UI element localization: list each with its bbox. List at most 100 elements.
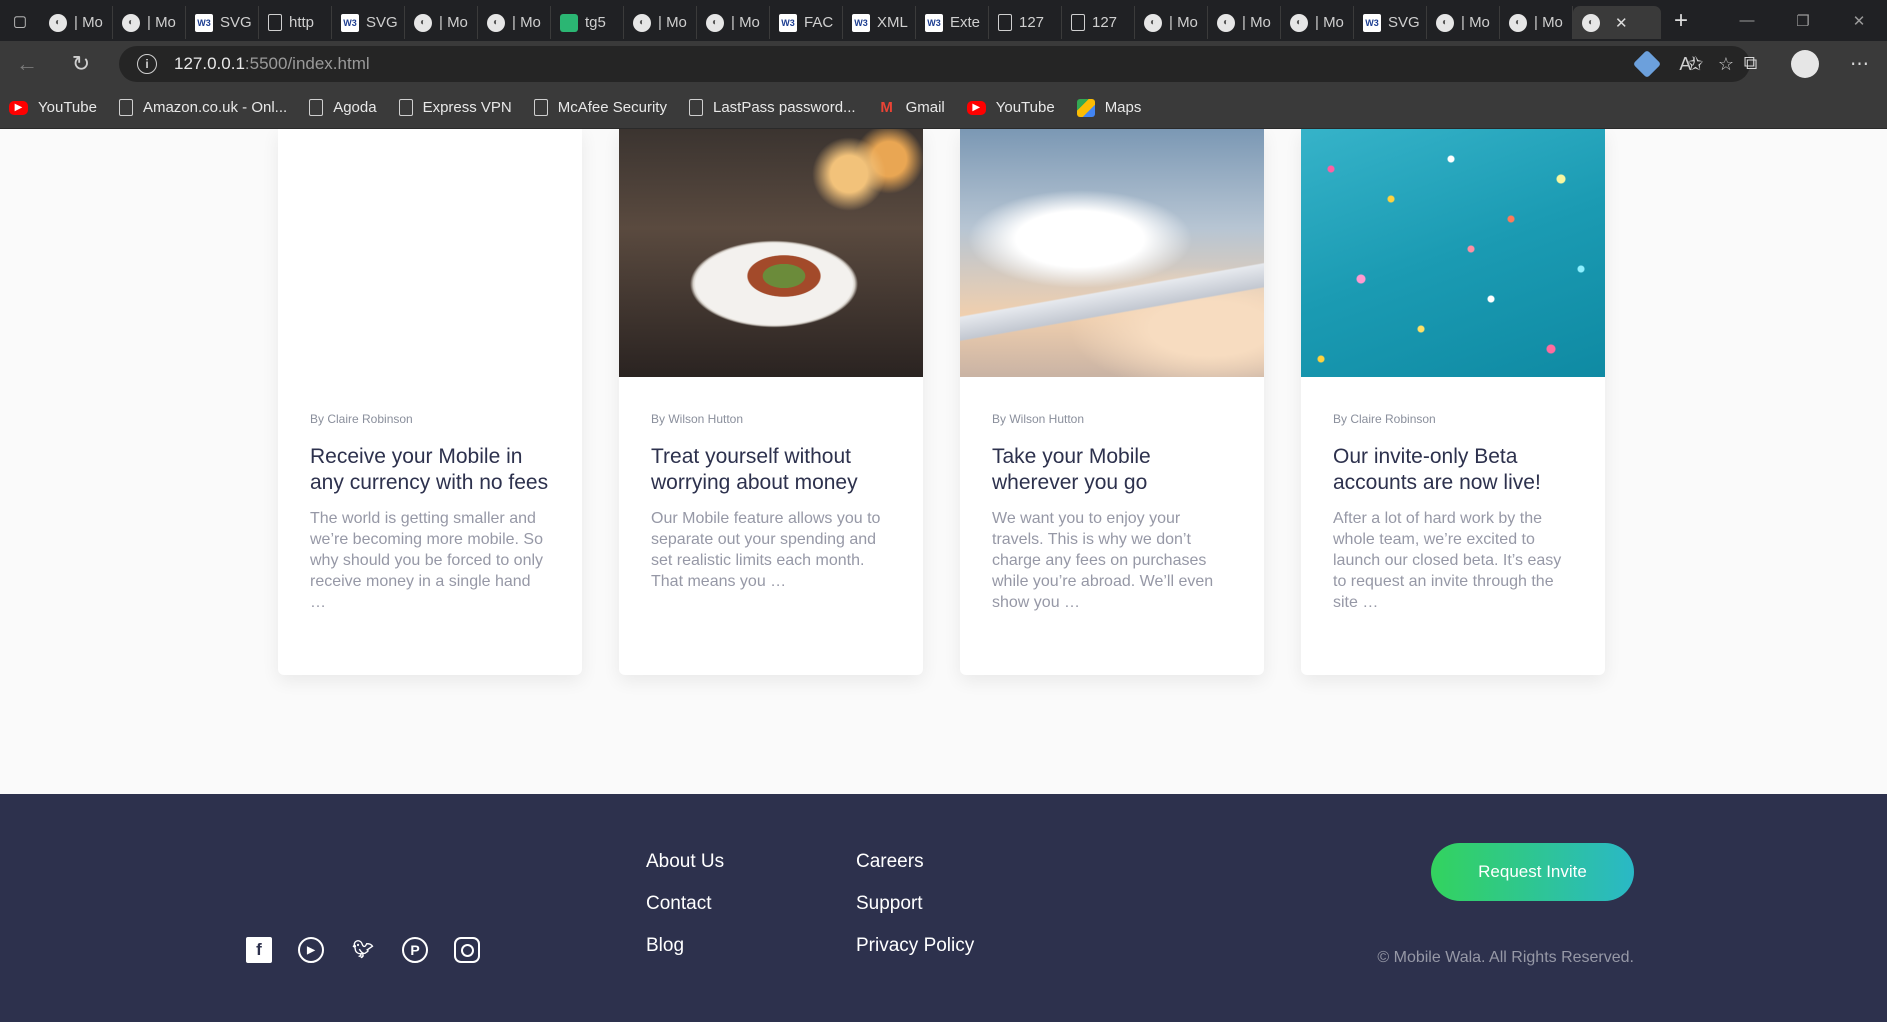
facebook-icon[interactable]: f: [246, 937, 272, 963]
browser-toolbar: ← ↻ i 127.0.0.1:5500/index.html A⁾ ☆ ✩ ⧉…: [0, 41, 1887, 87]
article-title[interactable]: Take your Mobile wherever you go: [992, 444, 1232, 496]
article-card[interactable]: By Wilson Hutton Take your Mobile wherev…: [960, 129, 1264, 675]
w3-favicon-icon: W3: [925, 13, 943, 32]
globe-favicon-icon: ◐: [1509, 13, 1527, 32]
tab-actions-icon[interactable]: ▢: [0, 0, 40, 41]
globe-favicon-icon: ◐: [706, 13, 724, 32]
footer-link-blog[interactable]: Blog: [646, 935, 724, 977]
tab-strip: ▢ ◐ | Mo ◐ | Mo W3 SVG http W3 SVG ◐ | Mo ◐ | Mo tg5 ◐…: [0, 0, 1887, 41]
url-text[interactable]: 127.0.0.1:5500/index.html: [174, 54, 370, 74]
article-image: [278, 129, 582, 377]
browser-tab[interactable]: ◐ | Mo: [1208, 6, 1281, 39]
back-icon[interactable]: ←: [0, 41, 54, 87]
pinterest-icon[interactable]: P: [402, 937, 428, 963]
bookmark-label: YouTube: [38, 99, 97, 116]
globe-favicon-icon: ◐: [1217, 13, 1235, 32]
browser-tab[interactable]: W3 XML: [843, 6, 916, 39]
close-tab-icon[interactable]: ✕: [1615, 14, 1628, 32]
bookmark-item[interactable]: M Gmail: [878, 99, 944, 117]
article-card[interactable]: By Claire Robinson Our invite-only Beta …: [1301, 129, 1605, 675]
bookmark-label: Maps: [1104, 99, 1142, 116]
article-excerpt: The world is getting smaller and we’re b…: [310, 510, 544, 611]
doc-bookmark-icon: [688, 99, 703, 116]
tab-title: 127: [1019, 14, 1045, 31]
article-title[interactable]: Our invite-only Beta accounts are now li…: [1333, 444, 1573, 496]
footer-link-privacy[interactable]: Privacy Policy: [856, 935, 974, 977]
browser-tab[interactable]: W3 SVG: [1354, 6, 1427, 39]
doc-favicon-icon: [1071, 14, 1085, 31]
youtube-icon[interactable]: ▶: [298, 937, 324, 963]
browser-tab[interactable]: W3 FAC: [770, 6, 843, 39]
tab-title: | Mo: [74, 14, 103, 31]
browser-tab[interactable]: ◐ | Mo: [1135, 6, 1208, 39]
browser-tab[interactable]: ◐ | Mo: [697, 6, 770, 39]
browser-tab[interactable]: ◐ | Mo: [1427, 6, 1500, 39]
social-links: f ▶ 🐦︎ P: [246, 937, 480, 963]
browser-tab[interactable]: ◐ | Mo: [1281, 6, 1354, 39]
active-browser-tab[interactable]: ◐ ✕: [1573, 6, 1661, 39]
footer-link-about[interactable]: About Us: [646, 851, 724, 893]
favorites-icon[interactable]: ✩: [1668, 53, 1723, 76]
bookmark-item[interactable]: ▶ YouTube: [9, 99, 97, 116]
browser-tab[interactable]: ◐ | Mo: [405, 6, 478, 39]
article-title[interactable]: Receive your Mobile in any currency with…: [310, 444, 550, 496]
bookmark-label: LastPass password...: [712, 99, 856, 116]
tab-title: SVG: [366, 14, 398, 31]
browser-tab[interactable]: W3 SVG: [186, 6, 259, 39]
price-tag-icon[interactable]: [1633, 49, 1662, 78]
tab-title: Exte: [950, 14, 981, 31]
minimize-icon[interactable]: —: [1719, 0, 1775, 41]
browser-tab[interactable]: ◐ | Mo: [624, 6, 697, 39]
window-close-icon[interactable]: ✕: [1831, 0, 1887, 41]
browser-tab[interactable]: ◐ | Mo: [113, 6, 186, 39]
w3-favicon-icon: W3: [779, 13, 797, 32]
globe-favicon-icon: ◐: [487, 13, 505, 32]
bookmark-item[interactable]: Amazon.co.uk - Onl...: [118, 99, 287, 116]
browser-tab[interactable]: http: [259, 6, 332, 39]
browser-tab[interactable]: 127: [989, 6, 1062, 39]
profile-avatar[interactable]: [1791, 50, 1819, 78]
article-card[interactable]: By Wilson Hutton Treat yourself without …: [619, 129, 923, 675]
page-viewport: By Claire Robinson Receive your Mobile i…: [0, 129, 1887, 1022]
request-invite-button[interactable]: Request Invite: [1431, 843, 1634, 901]
browser-tab[interactable]: W3 SVG: [332, 6, 405, 39]
tab-title: | Mo: [1534, 14, 1563, 31]
address-bar[interactable]: i 127.0.0.1:5500/index.html A⁾ ☆: [119, 46, 1750, 82]
tab-title: SVG: [1388, 14, 1420, 31]
browser-tab[interactable]: ◐ | Mo: [1500, 6, 1573, 39]
browser-tab[interactable]: tg5: [551, 6, 624, 39]
bookmark-item[interactable]: Maps: [1076, 98, 1142, 117]
doc-bookmark-icon: [118, 99, 133, 116]
bookmark-item[interactable]: LastPass password...: [688, 99, 856, 116]
article-author: By Claire Robinson: [1333, 412, 1436, 426]
browser-tab[interactable]: ◐ | Mo: [40, 6, 113, 39]
bookmark-item[interactable]: Agoda: [309, 99, 377, 116]
article-title[interactable]: Treat yourself without worrying about mo…: [651, 444, 891, 496]
instagram-icon[interactable]: [454, 937, 480, 963]
bookmark-item[interactable]: McAfee Security: [533, 99, 667, 116]
more-menu-icon[interactable]: ⋯: [1832, 53, 1887, 76]
bookmark-item[interactable]: Express VPN: [398, 99, 512, 116]
confetti-image: [1301, 129, 1605, 377]
article-card[interactable]: By Claire Robinson Receive your Mobile i…: [278, 129, 582, 675]
doc-favicon-icon: [998, 14, 1012, 31]
footer-link-contact[interactable]: Contact: [646, 893, 724, 935]
browser-tab[interactable]: ◐ | Mo: [478, 6, 551, 39]
bookmark-item[interactable]: ▶ YouTube: [966, 99, 1055, 116]
bookmarks-bar: ▶ YouTube Amazon.co.uk - Onl... Agoda Expres…: [0, 87, 1887, 129]
footer-link-careers[interactable]: Careers: [856, 851, 974, 893]
reload-icon[interactable]: ↻: [54, 41, 108, 87]
yt-bookmark-icon: ▶: [966, 100, 986, 115]
tab-title: http: [289, 14, 315, 31]
twitter-icon[interactable]: 🐦︎: [350, 937, 376, 963]
browser-tab[interactable]: W3 Exte: [916, 6, 989, 39]
globe-favicon-icon: ◐: [1582, 13, 1600, 32]
doc-favicon-icon: [268, 14, 282, 31]
restore-icon[interactable]: ❐: [1775, 0, 1831, 41]
globe-favicon-icon: ◐: [414, 13, 432, 32]
browser-tab[interactable]: 127: [1062, 6, 1135, 39]
new-tab-button[interactable]: +: [1661, 0, 1701, 41]
footer-link-support[interactable]: Support: [856, 893, 974, 935]
site-info-icon[interactable]: i: [137, 54, 157, 74]
collections-icon[interactable]: ⧉: [1723, 53, 1778, 75]
